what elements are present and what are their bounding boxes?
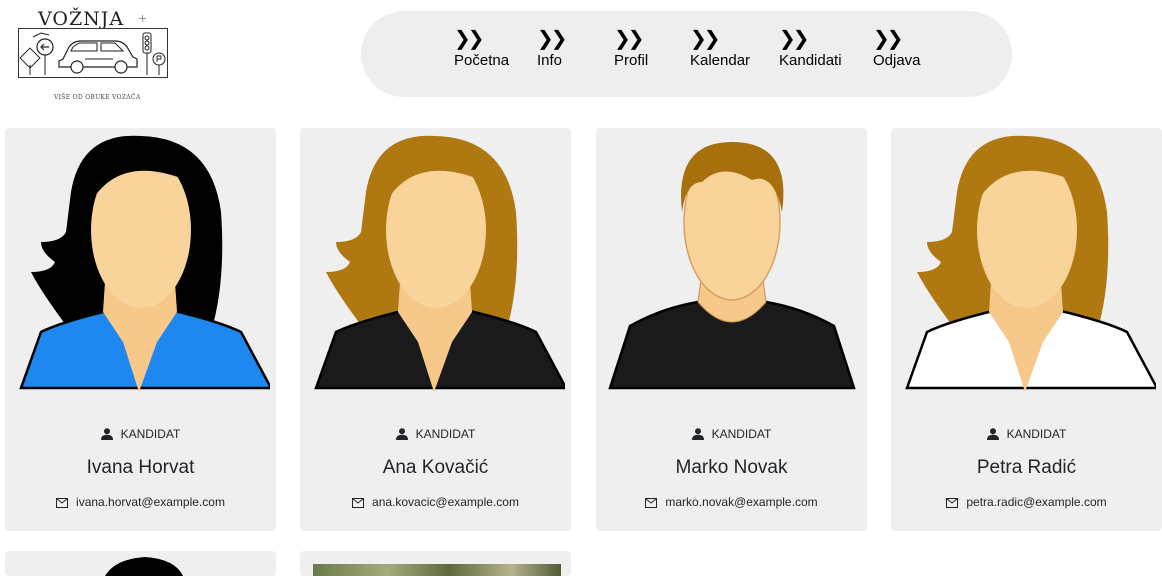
- avatar: [11, 132, 274, 398]
- user-icon: [986, 428, 999, 440]
- main-navigation: ❯❯ Početna ❯❯ Info ❯❯ Profil ❯❯ Kalendar…: [361, 11, 1012, 97]
- candidate-role: KANDIDAT: [5, 427, 276, 441]
- candidate-name: Ana Kovačić: [382, 457, 489, 478]
- candidate-role: KANDIDAT: [596, 427, 867, 441]
- double-chevron-right-icon: ❯❯: [537, 26, 567, 50]
- candidate-name: Ivana Horvat: [86, 457, 195, 478]
- avatar: [105, 557, 183, 576]
- email-label[interactable]: ivana.horvat@example.com: [76, 495, 225, 509]
- role-label: KANDIDAT: [711, 427, 772, 441]
- user-icon: [100, 428, 113, 440]
- nav-item-profil[interactable]: ❯❯ Profil: [614, 27, 648, 71]
- avatar-photo: [313, 564, 561, 576]
- email-label[interactable]: petra.radic@example.com: [966, 495, 1106, 509]
- candidate-email: petra.radic@example.com: [891, 495, 1162, 509]
- nav-item-pocetna[interactable]: ❯❯ Početna: [454, 27, 509, 71]
- female-avatar-icon: [19, 135, 274, 392]
- candidate-email: ana.kovacic@example.com: [300, 495, 571, 509]
- double-chevron-right-icon: ❯❯: [873, 26, 903, 50]
- envelope-icon: [352, 498, 365, 508]
- nav-item-info[interactable]: ❯❯ Info: [537, 26, 567, 71]
- candidate-card[interactable]: [5, 551, 276, 576]
- role-label: KANDIDAT: [120, 427, 181, 441]
- role-label: KANDIDAT: [415, 427, 476, 441]
- candidate-email: ivana.horvat@example.com: [5, 495, 276, 509]
- candidate-email: marko.novak@example.com: [596, 495, 867, 509]
- envelope-icon: [56, 498, 69, 508]
- male-avatar-icon: [608, 142, 856, 390]
- car-traffic-icon: [19, 32, 166, 75]
- candidate-card[interactable]: KANDIDAT Petra Radić petra.radic@example…: [891, 128, 1162, 531]
- nav-item-label: Info: [537, 52, 563, 69]
- candidate-card[interactable]: KANDIDAT Ivana Horvat ivana.horvat@examp…: [5, 128, 276, 531]
- nav-item-label: Kandidati: [779, 52, 842, 69]
- avatar: [306, 132, 569, 398]
- female-avatar-icon: [314, 135, 569, 392]
- candidate-card[interactable]: [300, 551, 571, 576]
- candidate-role: KANDIDAT: [300, 427, 571, 441]
- double-chevron-right-icon: ❯❯: [454, 26, 485, 50]
- user-icon: [691, 428, 704, 440]
- candidate-name: Marko Novak: [675, 457, 788, 478]
- brand-logo[interactable]: VOŽNJA + VIŠE OD OBUKE VOZAČA: [18, 6, 168, 106]
- candidate-name: Petra Radić: [976, 457, 1077, 478]
- brand-title: VOŽNJA: [38, 8, 125, 30]
- nav-item-kandidati[interactable]: ❯❯ Kandidati: [779, 27, 842, 71]
- nav-item-odjava[interactable]: ❯❯ Odjava: [873, 27, 921, 71]
- brand-mark: +: [138, 12, 148, 25]
- envelope-icon: [946, 498, 959, 508]
- double-chevron-right-icon: ❯❯: [614, 26, 645, 50]
- avatar: [897, 132, 1160, 398]
- candidate-card[interactable]: KANDIDAT Marko Novak marko.novak@example…: [596, 128, 867, 531]
- double-chevron-right-icon: ❯❯: [690, 26, 721, 50]
- role-label: KANDIDAT: [1006, 427, 1067, 441]
- nav-item-kalendar[interactable]: ❯❯ Kalendar: [690, 27, 750, 71]
- candidate-card[interactable]: KANDIDAT Ana Kovačić ana.kovacic@example…: [300, 128, 571, 531]
- nav-item-label: Početna: [454, 52, 510, 69]
- female-avatar-icon: [905, 135, 1160, 392]
- envelope-icon: [645, 498, 658, 508]
- nav-item-label: Odjava: [873, 52, 921, 69]
- user-icon: [395, 428, 408, 440]
- candidate-role: KANDIDAT: [891, 427, 1162, 441]
- nav-item-label: Kalendar: [690, 52, 751, 69]
- nav-item-label: Profil: [614, 52, 649, 69]
- logo-illustration: [18, 28, 168, 78]
- email-label[interactable]: marko.novak@example.com: [665, 495, 817, 509]
- email-label[interactable]: ana.kovacic@example.com: [372, 495, 519, 509]
- avatar: [602, 132, 861, 398]
- brand-tagline: VIŠE OD OBUKE VOZAČA: [54, 94, 141, 101]
- double-chevron-right-icon: ❯❯: [779, 26, 809, 50]
